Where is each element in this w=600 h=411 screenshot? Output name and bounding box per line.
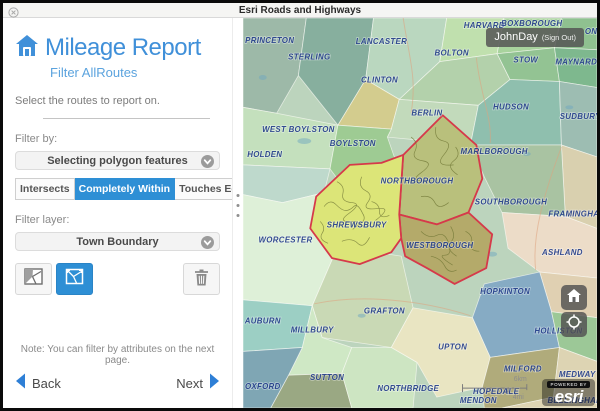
- esri-logo: POWERED BY esri: [542, 379, 595, 406]
- next-label: Next: [176, 376, 203, 391]
- page-subtitle: Filter AllRoutes: [50, 65, 220, 80]
- town-label: BOYLSTON: [330, 139, 376, 148]
- town-label: MENDON: [460, 396, 497, 405]
- town-label: MARLBOROUGH: [461, 147, 528, 156]
- page-title: Mileage Report: [45, 34, 201, 62]
- instruction-text: Select the routes to report on.: [15, 95, 220, 107]
- locate-icon: [566, 314, 582, 335]
- town-label: NORTHBRIDGE: [377, 384, 439, 393]
- note-text: Note: You can filter by attributes on th…: [15, 344, 220, 373]
- next-arrow-icon: [209, 373, 220, 394]
- town-label: PRINCETON: [245, 36, 294, 45]
- completely-within-button[interactable]: Completely Within: [75, 178, 176, 200]
- clear-selection-button[interactable]: [183, 263, 220, 295]
- town-label: LANCASTER: [356, 37, 407, 46]
- divider: [43, 118, 210, 119]
- filter-by-label: Filter by:: [15, 133, 220, 145]
- town-label: BOXBOROUGH: [501, 19, 562, 28]
- town-label: OXFORD: [245, 382, 281, 391]
- select-features-icon: [23, 266, 44, 292]
- town-label: CLINTON: [361, 75, 398, 84]
- user-badge[interactable]: JohnDay (Sign Out): [486, 28, 584, 47]
- town-label: MILFORD: [504, 364, 542, 373]
- town-label: STERLING: [288, 53, 330, 62]
- town-label: SOUTHBOROUGH: [475, 198, 547, 207]
- basemap-svg: PRINCETONSTERLINGLANCASTERHARVARDBOXBORO…: [243, 18, 597, 408]
- town-label: BERLIN: [411, 108, 442, 117]
- town-label: FRAMINGHAM: [548, 209, 597, 218]
- town-label: HOLDEN: [247, 150, 282, 159]
- drag-handle-dots[interactable]: [237, 194, 240, 217]
- esri-brand-label: esri: [547, 388, 590, 405]
- select-features-tool-button[interactable]: [15, 263, 52, 295]
- town-label: ON: [585, 27, 597, 36]
- close-icon[interactable]: [8, 5, 19, 16]
- filter-layer-value: Town Boundary: [76, 236, 158, 248]
- town-label: WORCESTER: [259, 235, 313, 244]
- app-window: Esri Roads and Highways Mileage Report F…: [0, 0, 600, 411]
- town-label: SUTTON: [310, 373, 344, 382]
- back-label: Back: [32, 376, 61, 391]
- chevron-down-icon: [201, 236, 214, 254]
- town-label: MILLBURY: [291, 326, 334, 335]
- town-label: AUBURN: [244, 317, 281, 326]
- spatial-relation-buttons: Intersects Completely Within Touches Edg…: [15, 178, 220, 200]
- town-label: GRAFTON: [364, 307, 405, 316]
- map-canvas[interactable]: PRINCETONSTERLINGLANCASTERHARVARDBOXBORO…: [243, 18, 597, 408]
- scale-km-label: 6km: [514, 376, 527, 383]
- sign-out-link[interactable]: (Sign Out): [542, 33, 576, 42]
- wizard-footer: Back Next: [15, 373, 220, 402]
- mileage-report-panel: Mileage Report Filter AllRoutes Select t…: [3, 18, 232, 408]
- home-map-icon: [567, 289, 581, 307]
- town-label: BOLTON: [434, 49, 468, 58]
- filter-layer-label: Filter layer:: [15, 214, 220, 226]
- town-label: WEST BOYLSTON: [262, 125, 335, 134]
- town-label: MEDWAY: [559, 370, 596, 379]
- filter-layer-dropdown[interactable]: Town Boundary: [15, 232, 220, 251]
- draw-polygon-tool-button[interactable]: [56, 263, 93, 295]
- map-locate-button[interactable]: [561, 312, 587, 337]
- intersects-button[interactable]: Intersects: [15, 178, 75, 200]
- draw-polygon-icon: [64, 266, 85, 292]
- window-title: Esri Roads and Highways: [3, 3, 597, 18]
- town-label: ASHLAND: [541, 248, 583, 257]
- selection-tools: [15, 263, 220, 295]
- filter-method-value: Selecting polygon features: [47, 155, 188, 167]
- scale-mi-label: 4mi: [513, 394, 525, 401]
- back-button[interactable]: Back: [15, 373, 61, 394]
- town-label: SUDBURY: [560, 112, 597, 121]
- chevron-down-icon: [201, 155, 214, 173]
- back-arrow-icon: [15, 373, 26, 394]
- panel-resize-gutter[interactable]: [232, 18, 243, 408]
- home-icon: [15, 35, 39, 61]
- town-label: HOPKINTON: [480, 287, 530, 296]
- town-label: UPTON: [438, 342, 467, 351]
- map-home-button[interactable]: [561, 285, 587, 310]
- town-label: MAYNARD: [555, 58, 597, 67]
- town-label: STOW: [513, 56, 539, 65]
- town-label: NORTHBOROUGH: [381, 177, 454, 186]
- town-label: SHREWSBURY: [327, 220, 387, 229]
- town-label: HUDSON: [493, 102, 529, 111]
- window-titlebar: Esri Roads and Highways: [3, 3, 597, 18]
- trash-icon: [192, 267, 211, 292]
- user-name: JohnDay: [494, 31, 537, 43]
- filter-method-dropdown[interactable]: Selecting polygon features: [15, 151, 220, 170]
- town-label: WESTBOROUGH: [406, 241, 473, 250]
- next-button[interactable]: Next: [176, 373, 220, 394]
